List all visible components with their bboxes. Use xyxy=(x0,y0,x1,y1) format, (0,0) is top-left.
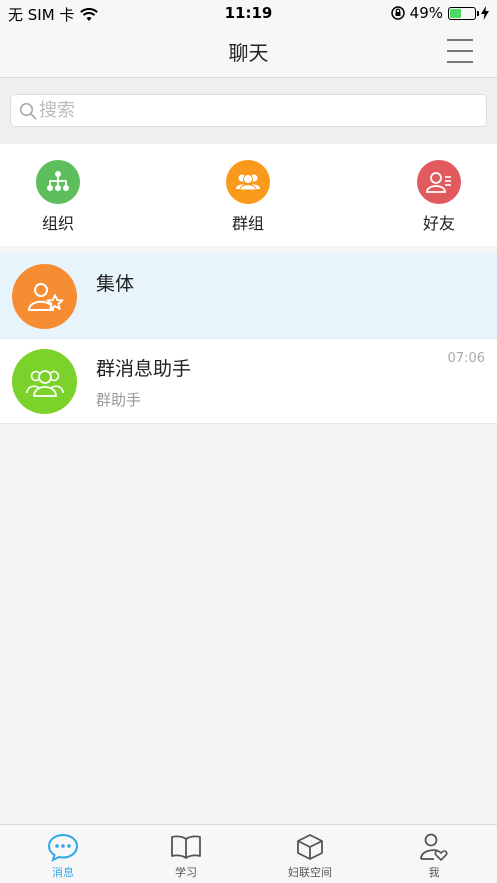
quick-entry-friends[interactable]: 好友 xyxy=(399,160,479,234)
tab-messages[interactable]: 消息 xyxy=(23,832,103,880)
search-input[interactable] xyxy=(39,100,479,121)
quick-entries: 组织 群组 好友 xyxy=(0,144,497,246)
quick-entry-label: 组织 xyxy=(41,214,74,233)
org-chart-icon xyxy=(36,160,80,204)
battery-percent: 49% xyxy=(409,4,443,22)
tab-label: 消息 xyxy=(52,866,74,879)
group-icon xyxy=(226,160,270,204)
quick-entry-group[interactable]: 群组 xyxy=(208,160,288,234)
chat-item-collective[interactable]: 集体 xyxy=(0,254,497,339)
tab-womens-space[interactable]: 妇联空间 xyxy=(270,832,350,880)
tab-label: 妇联空间 xyxy=(288,866,332,879)
tab-me[interactable]: 我 xyxy=(394,832,474,880)
chat-item-group-assistant[interactable]: 群消息助手 群助手 07:06 xyxy=(0,339,497,424)
tab-label: 学习 xyxy=(175,866,197,879)
tab-bar: 消息 学习 妇联空间 我 xyxy=(0,824,497,883)
chat-time: 07:06 xyxy=(447,351,485,366)
group-people-icon xyxy=(25,369,64,397)
orientation-lock-icon xyxy=(390,6,405,20)
hamburger-menu-icon[interactable] xyxy=(447,39,473,63)
quick-entry-label: 群组 xyxy=(231,214,264,233)
chat-preview: 群助手 xyxy=(96,391,142,409)
avatar xyxy=(12,349,77,414)
status-bar: 无 SIM 卡 11:19 49% xyxy=(0,0,497,26)
page-title: 聊天 xyxy=(228,41,269,65)
avatar xyxy=(12,264,77,329)
quick-entry-label: 好友 xyxy=(422,214,455,233)
battery-icon xyxy=(448,6,479,20)
chat-bubble-icon xyxy=(47,833,79,862)
chat-name: 群消息助手 xyxy=(96,358,192,380)
chat-name: 集体 xyxy=(96,273,135,295)
nav-bar: 聊天 xyxy=(0,26,497,78)
friend-list-icon xyxy=(417,160,461,204)
chat-list: 集体 群消息助手 群助手 07:06 xyxy=(0,254,497,424)
search-box[interactable] xyxy=(10,94,487,127)
person-star-icon xyxy=(27,282,63,311)
status-right: 49% xyxy=(390,4,489,22)
tab-label: 我 xyxy=(428,866,440,879)
user-heart-icon xyxy=(420,833,448,861)
cube-icon xyxy=(297,834,323,860)
search-icon xyxy=(19,102,37,119)
quick-entry-org[interactable]: 组织 xyxy=(18,160,98,234)
search-bar-container xyxy=(0,78,497,144)
charging-icon xyxy=(481,6,489,20)
book-icon xyxy=(171,835,201,859)
tab-study[interactable]: 学习 xyxy=(146,832,226,880)
